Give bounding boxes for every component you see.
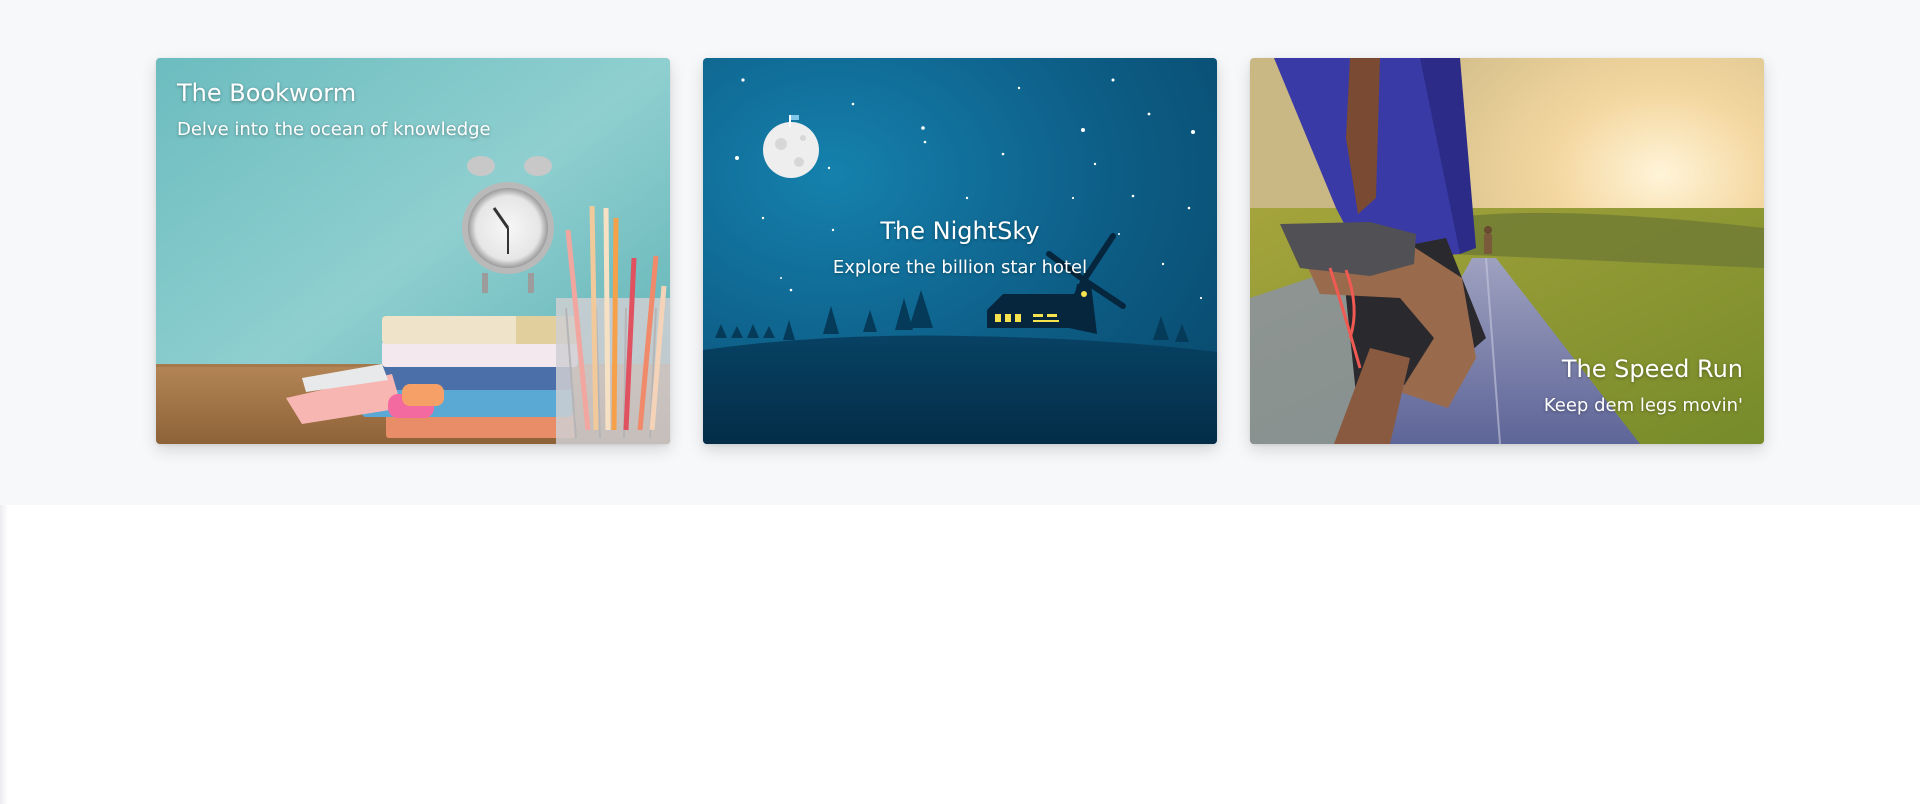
- card-caption: The NightSky Explore the billion star ho…: [703, 216, 1217, 280]
- card-caption: The Bookworm Delve into the ocean of kno…: [177, 78, 491, 142]
- card-bookworm[interactable]: The Bookworm Delve into the ocean of kno…: [156, 58, 670, 444]
- card-caption: The Speed Run Keep dem legs movin': [1544, 354, 1743, 418]
- card-subtitle: Keep dem legs movin': [1543, 395, 1743, 416]
- page: The Bookworm Delve into the ocean of kno…: [0, 0, 1920, 804]
- card-title: The Speed Run: [1561, 355, 1743, 383]
- card-speed-run[interactable]: The Speed Run Keep dem legs movin': [1250, 58, 1764, 444]
- card-nightsky[interactable]: The NightSky Explore the billion star ho…: [703, 58, 1217, 444]
- card-title: The NightSky: [880, 217, 1040, 245]
- card-section: The Bookworm Delve into the ocean of kno…: [0, 0, 1920, 505]
- card-title: The Bookworm: [177, 79, 357, 107]
- card-subtitle: Delve into the ocean of knowledge: [177, 119, 491, 140]
- card-subtitle: Explore the billion star hotel: [832, 257, 1088, 278]
